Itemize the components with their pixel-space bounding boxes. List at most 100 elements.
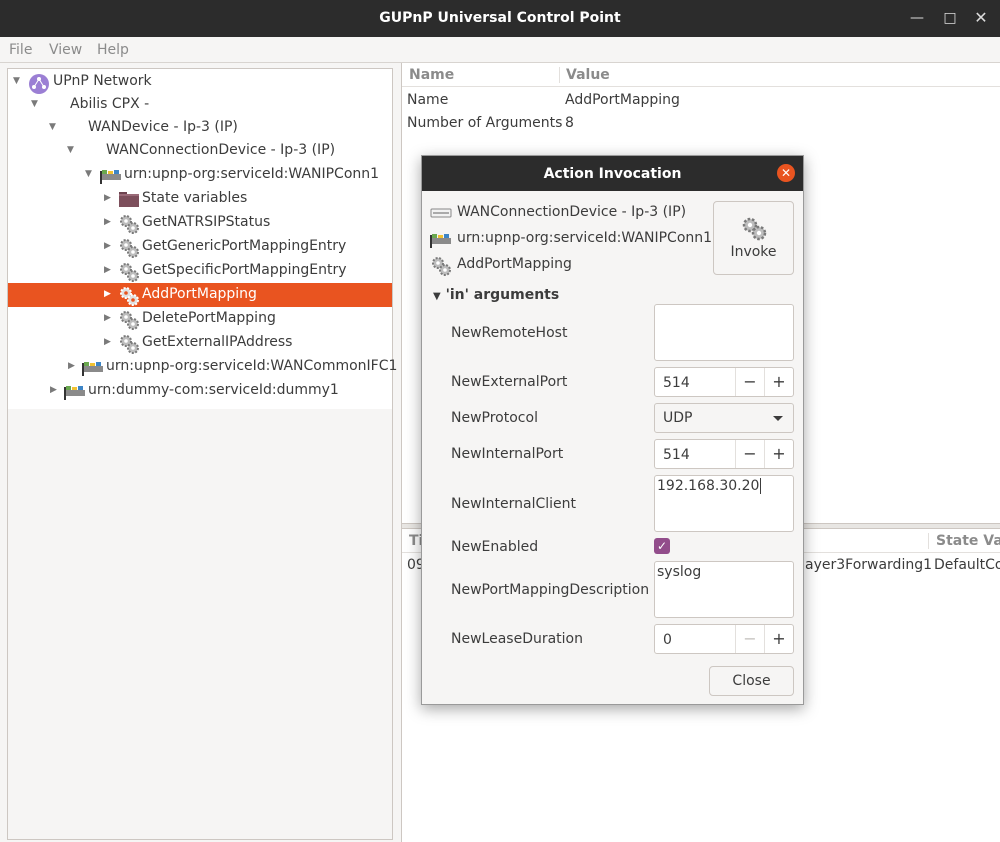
expander-down-icon[interactable]: ▼ <box>85 168 95 180</box>
expander-right-icon[interactable]: ▶ <box>104 336 114 348</box>
tree-item-label: urn:upnp-org:serviceId:WANIPConn1 <box>124 166 380 182</box>
new-internal-port-spinner[interactable]: 514 − + <box>654 439 794 469</box>
tree-item-label: urn:dummy-com:serviceId:dummy1 <box>88 382 339 398</box>
arg-label: NewInternalPort <box>451 446 564 462</box>
tree-item-service-wanipconn[interactable]: ▼ urn:upnp-org:serviceId:WANIPConn1 <box>8 163 392 187</box>
expander-down-icon[interactable]: ▼ <box>433 291 441 302</box>
action-gears-icon <box>740 216 768 242</box>
tree-item-wandevice[interactable]: ▼ WANDevice - Ip-3 (IP) <box>8 116 392 140</box>
tree-item-service-wancommonifc[interactable]: ▶ urn:upnp-org:serviceId:WANCommonIFC1 <box>8 355 397 379</box>
expander-down-icon[interactable]: ▼ <box>31 98 41 110</box>
detail-name: Number of Arguments <box>407 115 563 131</box>
menu-view[interactable]: View <box>49 42 82 58</box>
tree-item-label: GetSpecificPortMappingEntry <box>142 262 347 278</box>
dialog-title: Action Invocation <box>543 166 682 182</box>
arg-label: NewEnabled <box>451 539 539 555</box>
tree-item-action-selected[interactable]: ▶ AddPortMapping <box>8 283 392 307</box>
expander-right-icon[interactable]: ▶ <box>104 216 114 228</box>
new-port-mapping-description-field[interactable]: syslog <box>654 561 794 618</box>
expander-right-icon[interactable]: ▶ <box>104 240 114 252</box>
tree-empty-area <box>8 409 392 839</box>
maximize-icon[interactable]: □ <box>941 9 959 27</box>
decrement-button[interactable]: − <box>735 440 764 468</box>
window-title: GUPnP Universal Control Point <box>379 10 621 26</box>
decrement-button[interactable]: − <box>735 625 764 653</box>
field-value: 514 <box>663 447 690 463</box>
new-external-port-spinner[interactable]: 514 − + <box>654 367 794 397</box>
folder-icon <box>118 190 139 208</box>
detail-name: Name <box>407 92 449 108</box>
invoke-button[interactable]: Invoke <box>713 201 794 275</box>
tree-item-service-dummy[interactable]: ▶ urn:dummy-com:serviceId:dummy1 <box>8 379 392 403</box>
tree-item-label: AddPortMapping <box>142 286 257 302</box>
close-icon[interactable]: ✕ <box>972 9 990 27</box>
chevron-down-icon <box>773 416 783 421</box>
event-state-variable: DefaultCo <box>934 557 1000 573</box>
close-button[interactable]: Close <box>709 666 794 696</box>
expander-down-icon[interactable]: ▼ <box>67 144 77 156</box>
column-header-name[interactable]: Name <box>409 67 454 83</box>
details-header: Name Value <box>402 63 1000 87</box>
column-header-value[interactable]: Value <box>559 67 610 83</box>
increment-button[interactable]: + <box>764 368 793 396</box>
minimize-icon[interactable]: — <box>908 9 926 27</box>
new-enabled-checkbox[interactable]: ✓ <box>654 538 670 554</box>
new-lease-duration-spinner[interactable]: 0 − + <box>654 624 794 654</box>
tree-item-action[interactable]: ▶ GetSpecificPortMappingEntry <box>8 259 392 283</box>
arg-label: NewRemoteHost <box>451 325 568 341</box>
dialog-titlebar: Action Invocation ✕ <box>422 156 803 191</box>
expander-down-icon[interactable]: ▼ <box>13 75 23 87</box>
action-gears-icon <box>118 286 139 306</box>
tree-item-action[interactable]: ▶ GetGenericPortMappingEntry <box>8 235 392 259</box>
expander-right-icon[interactable]: ▶ <box>104 312 114 324</box>
expander-right-icon[interactable]: ▶ <box>104 288 114 300</box>
section-label: 'in' arguments <box>445 287 560 303</box>
tree-item-state-variables[interactable]: ▶ State variables <box>8 187 392 211</box>
expander-right-icon[interactable]: ▶ <box>104 264 114 276</box>
increment-button[interactable]: + <box>764 440 793 468</box>
new-protocol-dropdown[interactable]: UDP <box>654 403 794 433</box>
dropdown-value: UDP <box>663 410 693 426</box>
tree-item-label: WANDevice - Ip-3 (IP) <box>88 119 238 135</box>
new-remote-host-field[interactable] <box>654 304 794 361</box>
tree-item-upnp-network[interactable]: ▼ UPnP Network <box>8 70 392 94</box>
expander-right-icon[interactable]: ▶ <box>104 192 114 204</box>
tree-item-action[interactable]: ▶ DeletePortMapping <box>8 307 392 331</box>
expander-right-icon[interactable]: ▶ <box>50 384 60 396</box>
tree-item-wanconnectiondevice[interactable]: ▼ WANConnectionDevice - Ip-3 (IP) <box>8 139 392 163</box>
device-tree: ▼ UPnP Network ▼ Abilis CPX - ▼ WANDevic… <box>7 68 397 840</box>
tree-item-device[interactable]: ▼ Abilis CPX - <box>8 93 392 117</box>
tree-item-action[interactable]: ▶ GetNATRSIPStatus <box>8 211 392 235</box>
arg-label: NewInternalClient <box>451 496 577 512</box>
action-gears-icon <box>118 334 139 354</box>
service-icon <box>82 358 103 376</box>
field-value: syslog <box>657 564 702 580</box>
column-header-state-variable[interactable]: State Var <box>928 533 1000 549</box>
device-icon <box>430 204 452 222</box>
arg-label: NewPortMappingDescription <box>451 582 650 598</box>
decrement-button[interactable]: − <box>735 368 764 396</box>
close-icon[interactable]: ✕ <box>777 164 795 182</box>
dialog-action-label: AddPortMapping <box>457 256 572 272</box>
expander-down-icon[interactable]: ▼ <box>49 121 59 133</box>
event-service: ayer3Forwarding1 <box>805 557 932 573</box>
network-icon <box>28 73 49 94</box>
in-arguments-section[interactable]: ▼ 'in' arguments <box>433 287 559 303</box>
increment-button[interactable]: + <box>764 625 793 653</box>
service-icon <box>64 382 85 400</box>
dialog-service-label: urn:upnp-org:serviceId:WANIPConn1 <box>457 230 713 246</box>
new-internal-client-field[interactable]: 192.168.30.20 <box>654 475 794 532</box>
action-gears-icon <box>118 310 139 330</box>
service-icon <box>430 230 452 248</box>
arg-label: NewLeaseDuration <box>451 631 583 647</box>
menu-bar: File View Help <box>0 37 1000 63</box>
tree-item-action[interactable]: ▶ GetExternalIPAddress <box>8 331 392 355</box>
tree-item-label: UPnP Network <box>53 73 152 89</box>
menu-help[interactable]: Help <box>97 42 129 58</box>
expander-right-icon[interactable]: ▶ <box>68 360 78 372</box>
action-gears-icon <box>118 262 139 282</box>
field-value: 514 <box>663 375 690 391</box>
tree-item-label: GetExternalIPAddress <box>142 334 293 350</box>
arg-label: NewProtocol <box>451 410 538 426</box>
menu-file[interactable]: File <box>9 42 32 58</box>
